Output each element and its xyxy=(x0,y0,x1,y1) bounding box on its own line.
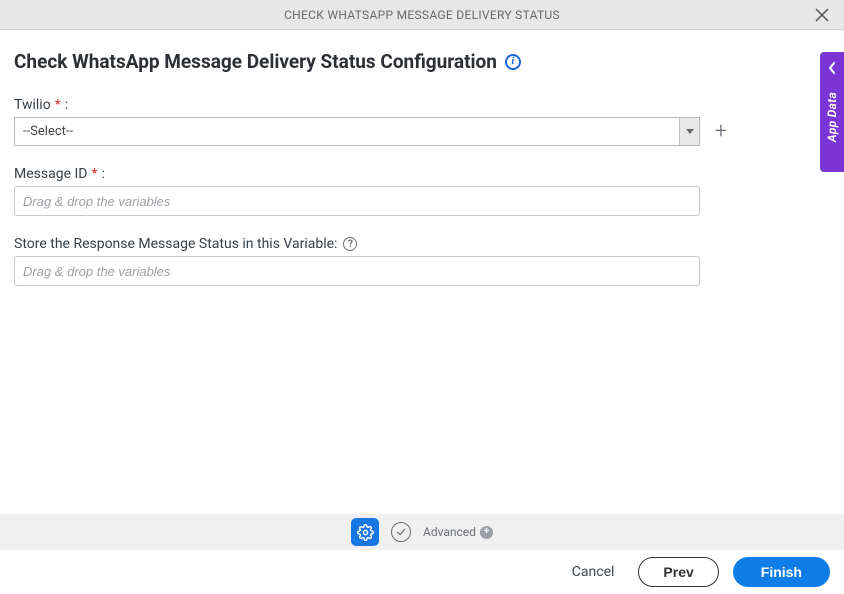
help-icon[interactable]: ? xyxy=(343,237,357,251)
chevron-down-icon xyxy=(679,118,699,145)
store-response-input[interactable] xyxy=(14,256,700,286)
message-id-label-text: Message ID xyxy=(14,166,87,182)
bottom-toolbar: Advanced + xyxy=(0,514,844,550)
modal-header: CHECK WHATSAPP MESSAGE DELIVERY STATUS xyxy=(0,0,844,30)
footer-actions: Cancel Prev Finish xyxy=(0,550,844,594)
content-area: Check WhatsApp Message Delivery Status C… xyxy=(0,30,844,286)
store-response-label: Store the Response Message Status in thi… xyxy=(14,236,830,252)
page-title: Check WhatsApp Message Delivery Status C… xyxy=(14,50,497,73)
message-id-label: Message ID *: xyxy=(14,166,830,182)
page-title-row: Check WhatsApp Message Delivery Status C… xyxy=(14,50,830,73)
colon: : xyxy=(65,97,68,113)
colon: : xyxy=(102,166,105,182)
required-indicator: * xyxy=(91,166,97,182)
validation-check-button[interactable] xyxy=(391,522,411,542)
store-response-field-group: Store the Response Message Status in thi… xyxy=(14,236,830,286)
message-id-input[interactable] xyxy=(14,186,700,216)
app-data-side-tab[interactable]: App Data xyxy=(820,52,844,172)
prev-button[interactable]: Prev xyxy=(638,557,718,587)
store-response-label-text: Store the Response Message Status in thi… xyxy=(14,236,337,252)
required-indicator: * xyxy=(55,97,61,113)
advanced-toggle[interactable]: Advanced + xyxy=(423,525,493,539)
settings-gear-button[interactable] xyxy=(351,518,379,546)
twilio-label: Twilio *: xyxy=(14,97,830,113)
modal-title: CHECK WHATSAPP MESSAGE DELIVERY STATUS xyxy=(284,8,560,22)
side-tab-label: App Data xyxy=(825,92,839,142)
twilio-select-row: --Select-- + xyxy=(14,117,830,146)
add-twilio-button[interactable]: + xyxy=(712,123,730,141)
finish-button[interactable]: Finish xyxy=(733,557,830,587)
cancel-button[interactable]: Cancel xyxy=(562,558,625,586)
chevron-left-icon xyxy=(828,62,836,78)
twilio-label-text: Twilio xyxy=(14,97,51,113)
plus-circle-icon: + xyxy=(480,526,493,539)
message-id-field-group: Message ID *: xyxy=(14,166,830,216)
advanced-label-text: Advanced xyxy=(423,525,476,539)
close-icon[interactable] xyxy=(812,5,832,25)
info-icon[interactable]: i xyxy=(505,54,521,70)
check-icon xyxy=(396,527,406,537)
gear-icon xyxy=(357,524,374,541)
twilio-select-value: --Select-- xyxy=(15,124,679,139)
twilio-field-group: Twilio *: --Select-- + xyxy=(14,97,830,146)
twilio-select[interactable]: --Select-- xyxy=(14,117,700,146)
